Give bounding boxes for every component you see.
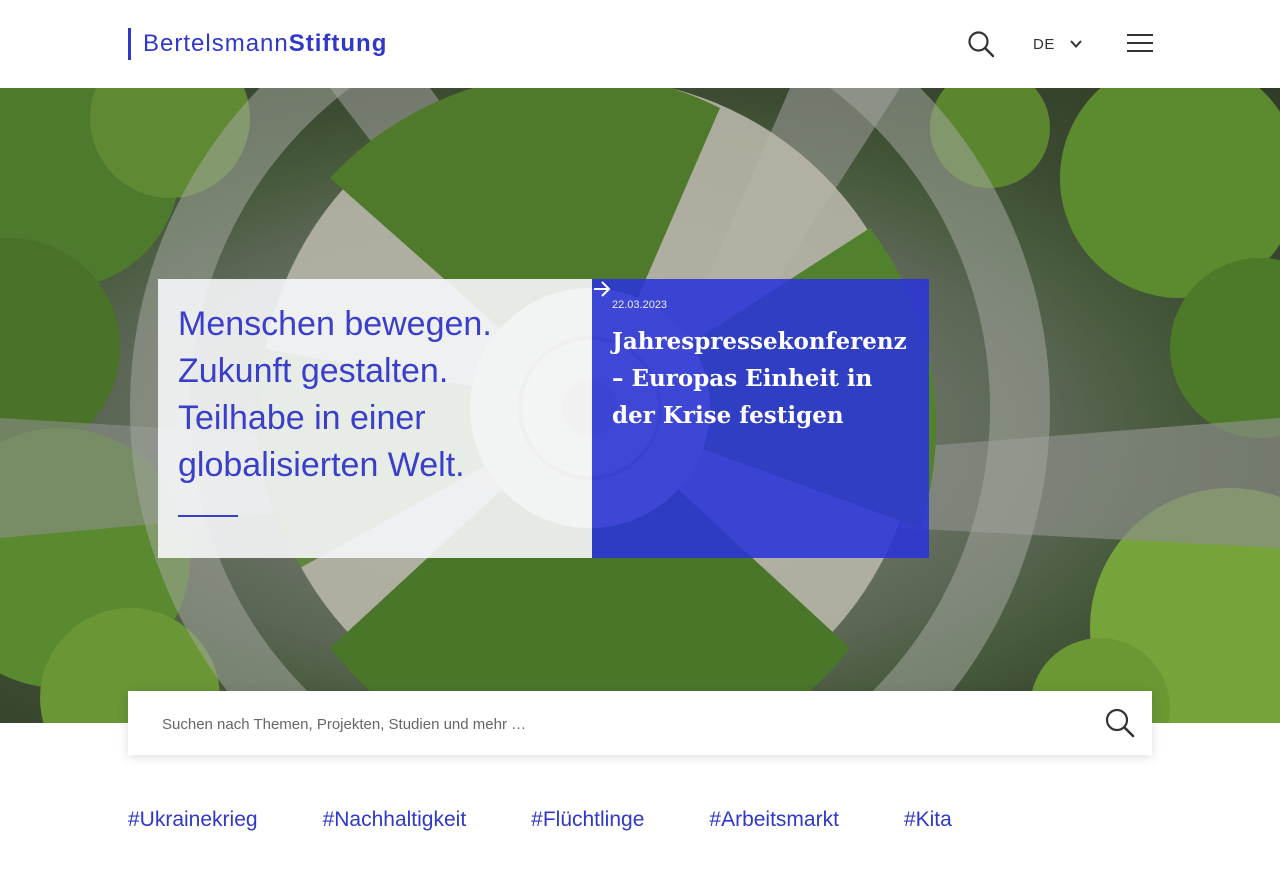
search-icon	[1105, 708, 1135, 738]
arrow-right-icon[interactable]	[592, 279, 612, 299]
news-teaser-card[interactable]: 22.03.2023 Jahrespressekonferenz – Europ…	[592, 279, 929, 558]
menu-line	[1127, 34, 1153, 36]
header-search-icon[interactable]	[966, 29, 996, 59]
site-logo[interactable]: BertelsmannStiftung	[128, 28, 387, 60]
topic-tags: #Ukrainekrieg #Nachhaltigkeit #Flüchtlin…	[128, 808, 1017, 836]
news-title[interactable]: Jahrespressekonferenz – Europas Einheit …	[612, 323, 909, 434]
search-submit-button[interactable]	[1104, 707, 1136, 739]
search-input[interactable]	[160, 691, 1084, 757]
hero-image: Menschen bewegen. Zukunft gestalten. Tei…	[0, 88, 1280, 723]
tag-ukrainekrieg[interactable]: #Ukrainekrieg	[128, 808, 258, 836]
logo-text-part1: Bertelsmann	[143, 30, 289, 57]
mission-statement-text: Menschen bewegen. Zukunft gestalten. Tei…	[178, 305, 492, 484]
tag-arbeitsmarkt[interactable]: #Arbeitsmarkt	[709, 808, 839, 836]
language-label: DE	[1033, 35, 1055, 53]
logo-text: BertelsmannStiftung	[143, 30, 387, 58]
menu-line	[1127, 42, 1153, 44]
search-icon	[968, 31, 995, 58]
tag-fluechtlinge[interactable]: #Flüchtlinge	[531, 808, 644, 836]
tag-nachhaltigkeit[interactable]: #Nachhaltigkeit	[323, 808, 467, 836]
site-search-bar	[128, 691, 1152, 757]
site-header: BertelsmannStiftung DE	[0, 0, 1280, 88]
tag-kita[interactable]: #Kita	[904, 808, 952, 836]
hamburger-menu-icon[interactable]	[1127, 34, 1153, 54]
language-selector[interactable]: DE	[1033, 33, 1083, 55]
chevron-down-icon	[1070, 40, 1082, 48]
statement-divider	[178, 515, 238, 517]
menu-line	[1127, 50, 1153, 52]
logo-bar	[128, 28, 131, 60]
logo-text-part2: Stiftung	[288, 30, 388, 57]
news-date: 22.03.2023	[612, 299, 668, 311]
